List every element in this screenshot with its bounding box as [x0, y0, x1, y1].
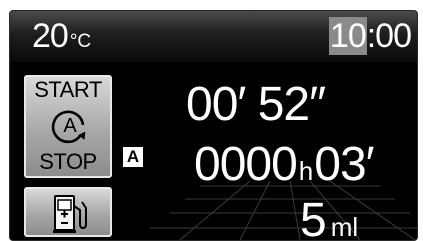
duration-hours: 0000	[194, 138, 298, 191]
display-screen: 20 °C 10:00 START A STOP A 00′ 52″ 0000h…	[9, 10, 418, 241]
total-stop-duration: 0000h03′	[194, 138, 375, 191]
auto-idle-stop-icon: A	[51, 110, 86, 144]
temperature-value: 20	[32, 17, 69, 55]
fuel-saved-value: 5	[300, 194, 327, 241]
outside-temperature: 20 °C	[32, 19, 91, 53]
duration-minutes: 03′	[314, 138, 374, 191]
auto-icon-letter: A	[63, 115, 77, 137]
start-label: START	[34, 77, 102, 102]
start-stop-button[interactable]: START A STOP	[24, 75, 112, 178]
fuel-button[interactable]	[24, 187, 112, 237]
clock-hour: 10	[328, 17, 367, 55]
elapsed-stop-time: 00′ 52″	[186, 78, 326, 131]
fuel-saved-unit: ml	[330, 212, 359, 241]
clock-minutes: :00	[366, 17, 412, 55]
fuel-saved-readout: 5 ml	[300, 197, 358, 241]
auto-mode-badge: A	[123, 147, 143, 167]
stop-label: STOP	[39, 149, 97, 174]
status-bar: 20 °C 10:00	[10, 11, 417, 62]
temperature-unit: °C	[69, 31, 92, 52]
fuel-pump-icon	[53, 195, 87, 233]
duration-hours-unit: h	[298, 156, 314, 186]
clock: 10:00	[328, 17, 412, 55]
